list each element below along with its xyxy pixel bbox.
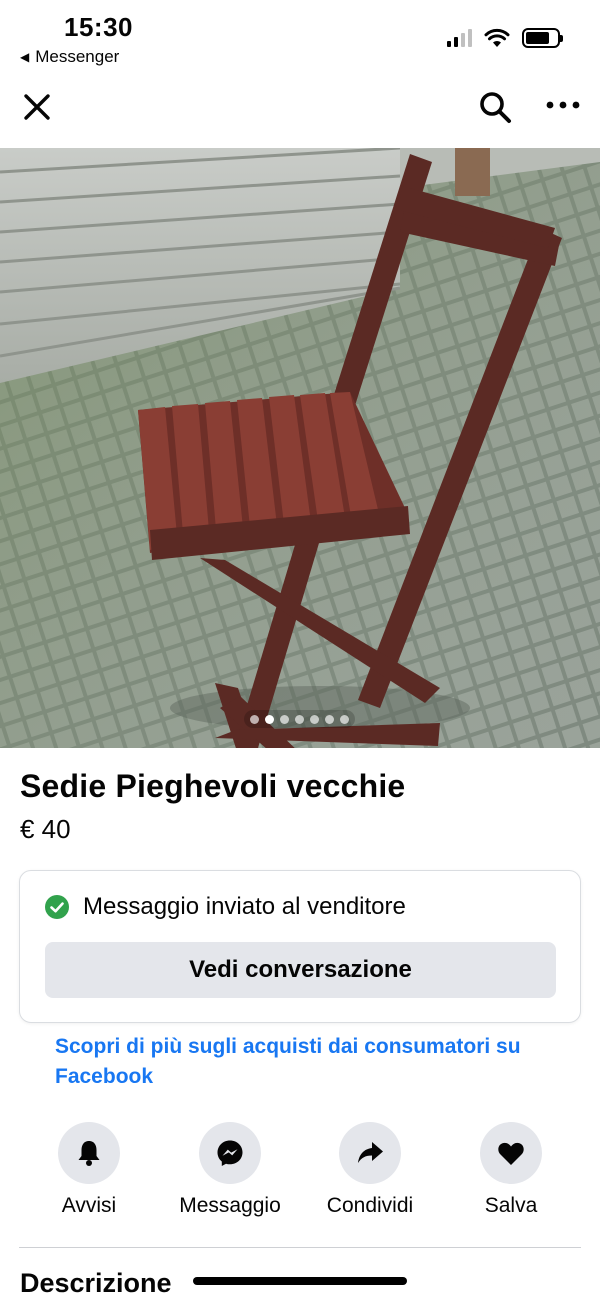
bell-icon	[78, 1141, 100, 1166]
save-button[interactable]: Salva	[441, 1122, 581, 1218]
description-heading: Descrizione	[20, 1268, 172, 1298]
alerts-button-circle[interactable]	[58, 1122, 120, 1184]
pagination-dot-active	[265, 714, 274, 724]
share-label: Condividi	[326, 1194, 414, 1217]
message-sent-row: Messaggio inviato al venditore	[45, 893, 406, 921]
chair-photo-illustration	[0, 148, 600, 748]
pagination-dot	[310, 714, 319, 724]
back-app-label: Messenger	[35, 47, 120, 66]
pagination-dot	[340, 714, 349, 724]
message-sent-text: Messaggio inviato al venditore	[83, 893, 406, 920]
search-icon[interactable]	[478, 90, 512, 124]
listing-title: Sedie Pieghevoli vecchie	[20, 768, 406, 804]
message-button[interactable]: Messaggio	[160, 1122, 300, 1218]
close-icon[interactable]	[22, 92, 52, 122]
alerts-label: Avvisi	[61, 1194, 117, 1217]
save-button-circle[interactable]	[480, 1122, 542, 1184]
nav-bar	[0, 80, 600, 146]
listing-price: € 40	[20, 814, 71, 844]
cellular-signal-icon	[447, 29, 472, 47]
more-options-icon[interactable]	[545, 98, 581, 112]
alerts-button[interactable]: Avvisi	[19, 1122, 159, 1218]
share-button[interactable]: Condividi	[300, 1122, 440, 1218]
photo-pagination-dots[interactable]	[244, 710, 355, 728]
share-icon	[358, 1142, 383, 1163]
battery-icon	[522, 28, 563, 48]
messenger-icon	[217, 1140, 243, 1166]
pagination-dot	[325, 714, 334, 724]
status-icons	[447, 28, 563, 48]
check-circle-icon	[45, 895, 69, 919]
status-bar: 15:30 ◀ Messenger	[0, 0, 600, 80]
message-sent-card: Messaggio inviato al venditore Vedi conv…	[19, 870, 581, 1023]
back-to-app-link[interactable]: ◀ Messenger	[20, 47, 119, 67]
view-conversation-button[interactable]: Vedi conversazione	[45, 942, 556, 998]
pagination-dot	[250, 714, 259, 724]
home-indicator[interactable]	[193, 1277, 407, 1285]
status-time: 15:30	[64, 12, 133, 42]
share-button-circle[interactable]	[339, 1122, 401, 1184]
pagination-dot	[295, 714, 304, 724]
pagination-dot	[280, 714, 289, 724]
message-button-circle[interactable]	[199, 1122, 261, 1184]
wifi-icon	[484, 28, 510, 47]
heart-icon	[498, 1142, 524, 1165]
message-label: Messaggio	[179, 1194, 281, 1217]
save-label: Salva	[484, 1194, 538, 1217]
section-divider	[19, 1247, 581, 1248]
listing-photo[interactable]	[0, 148, 600, 748]
consumer-purchases-link[interactable]: Scopri di più sugli acquisti dai consuma…	[55, 1032, 575, 1092]
back-triangle-icon: ◀	[20, 50, 30, 64]
